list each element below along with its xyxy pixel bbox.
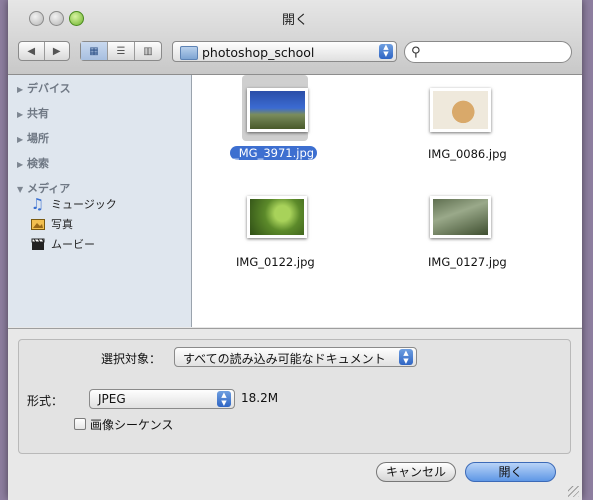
thumbnail-image [247, 88, 308, 132]
disclosure-right-icon: ▶ [17, 110, 24, 119]
column-view-button[interactable]: ▥ [134, 42, 161, 60]
file-name: IMG_0127.jpg [428, 255, 507, 269]
file-browser: _MG_3971.jpg IMG_0086.jpg IMG_0122.jpg I… [192, 75, 582, 327]
sidebar-group-shared[interactable]: ▶ 共有 [17, 105, 49, 121]
title-bar: 開く ◀ ▶ ▦ ☰ ▥ photoshop_school ▲ ▼ ⚲ [8, 0, 582, 75]
sidebar-group-places[interactable]: ▶ 場所 [17, 130, 49, 146]
enable-label: 選択対象： [101, 352, 162, 366]
location-label: photoshop_school [202, 45, 315, 60]
file-name: _MG_3971.jpg [230, 146, 318, 160]
search-field[interactable]: ⚲ [404, 41, 572, 63]
thumbnail-image [430, 88, 491, 132]
file-name: IMG_0122.jpg [236, 255, 315, 269]
sidebar-item-photos[interactable]: 写真 [30, 216, 73, 232]
location-popup[interactable]: photoshop_school ▲ ▼ [172, 41, 397, 62]
popup-arrows-icon: ▲ ▼ [379, 44, 393, 59]
image-sequence-checkbox[interactable] [74, 418, 86, 430]
back-forward-control: ◀ ▶ [18, 41, 70, 61]
icon-view-button[interactable]: ▦ [81, 42, 107, 60]
back-button[interactable]: ◀ [19, 42, 44, 60]
clapperboard-icon [30, 237, 45, 251]
music-note-icon: ♫ [30, 195, 45, 213]
popup-arrows-icon: ▲ ▼ [217, 391, 231, 407]
image-sequence-label: 画像シーケンス [90, 418, 174, 432]
format-popup[interactable]: JPEG ▲ ▼ [89, 389, 235, 409]
options-panel: 選択対象： すべての読み込み可能なドキュメント ▲ ▼ 形式： JPEG ▲ ▼ 1… [8, 328, 582, 500]
resize-grip-icon[interactable] [568, 486, 579, 497]
folder-icon [180, 46, 198, 60]
disclosure-right-icon: ▶ [17, 85, 24, 94]
window-title: 開く [281, 13, 308, 28]
sidebar-group-search[interactable]: ▶ 検索 [17, 155, 49, 171]
disclosure-right-icon: ▶ [17, 160, 24, 169]
popup-arrows-icon: ▲ ▼ [399, 349, 413, 365]
sidebar-item-music[interactable]: ♫ ミュージック [30, 195, 117, 213]
disclosure-down-icon: ▼ [17, 185, 24, 194]
thumbnail-image [247, 196, 307, 238]
list-view-button[interactable]: ☰ [107, 42, 134, 60]
disclosure-right-icon: ▶ [17, 135, 24, 144]
photo-icon [30, 217, 45, 231]
view-mode-control: ▦ ☰ ▥ [80, 41, 162, 61]
file-size: 18.2M [241, 391, 279, 405]
sidebar-item-movies[interactable]: ムービー [30, 236, 95, 252]
sidebar-group-devices[interactable]: ▶ デバイス [17, 80, 71, 96]
format-label: 形式： [27, 394, 64, 408]
sidebar-group-media[interactable]: ▼ メディア [17, 180, 70, 196]
thumbnail-image [430, 196, 491, 238]
search-icon: ⚲ [411, 45, 421, 60]
forward-button[interactable]: ▶ [43, 42, 70, 60]
cancel-button[interactable]: キャンセル [376, 462, 456, 482]
open-dialog: 開く ◀ ▶ ▦ ☰ ▥ photoshop_school ▲ ▼ ⚲ ▶ デバイス… [8, 0, 582, 500]
enable-popup[interactable]: すべての読み込み可能なドキュメント ▲ ▼ [174, 347, 417, 367]
options-box: 選択対象： すべての読み込み可能なドキュメント ▲ ▼ 形式： JPEG ▲ ▼ 1… [18, 339, 571, 454]
sidebar: ▶デバイス ▶共有 ▶場所 ▶検索 ▼メディア ♫ ミュージック 写真 [8, 75, 192, 327]
open-button[interactable]: 開く [465, 462, 556, 482]
file-name: IMG_0086.jpg [428, 147, 507, 161]
